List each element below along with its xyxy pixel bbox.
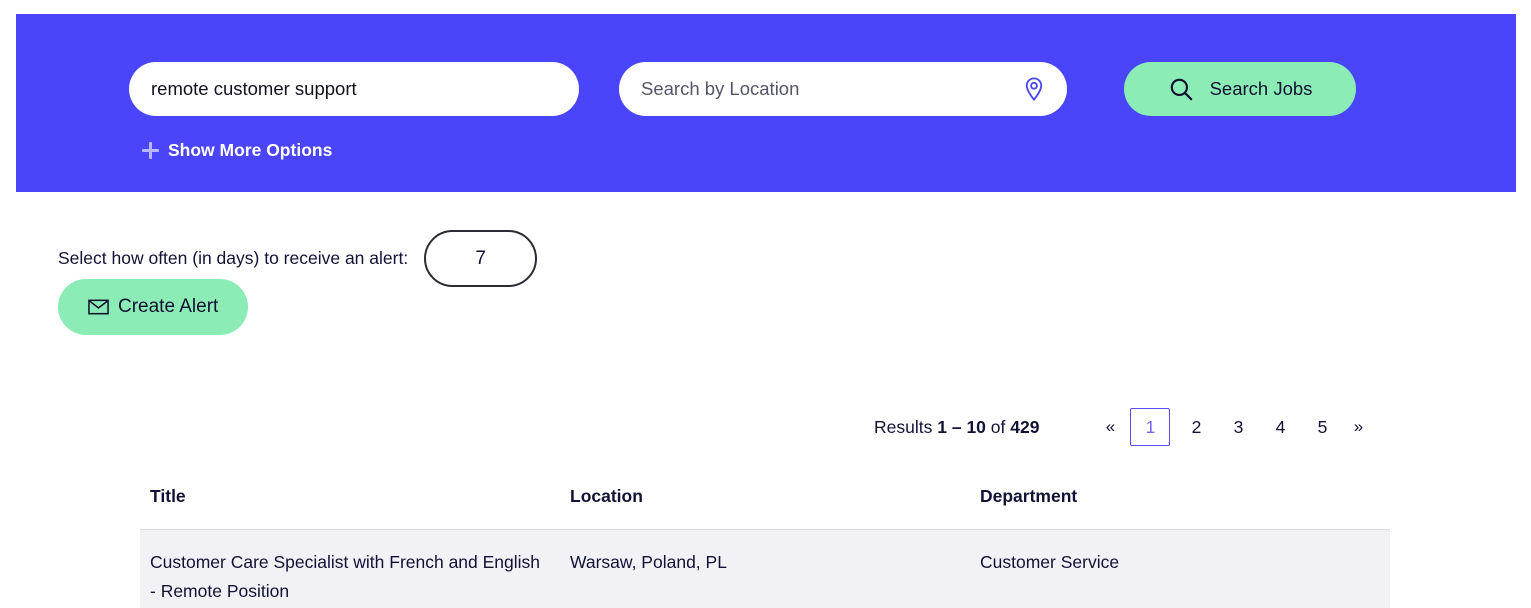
job-department-cell: Customer Service <box>970 529 1390 608</box>
create-alert-button-label: Create Alert <box>118 296 219 317</box>
show-more-options-toggle[interactable]: Show More Options <box>142 140 332 161</box>
search-controls-row: Search Jobs <box>129 62 1356 116</box>
pagination-page-2[interactable]: 2 <box>1175 410 1217 444</box>
results-range-start: 1 <box>937 416 947 437</box>
pagination-page-3[interactable]: 3 <box>1217 410 1259 444</box>
job-search-page: Support Search Jobs <box>0 0 1531 608</box>
search-jobs-button[interactable]: Search Jobs <box>1124 62 1356 116</box>
jobs-table: Title Location Department Customer Care … <box>140 486 1390 608</box>
plus-icon <box>142 142 159 159</box>
search-jobs-button-label: Search Jobs <box>1209 78 1313 99</box>
create-alert-button[interactable]: Create Alert <box>58 279 249 335</box>
jobs-table-header-row: Title Location Department <box>140 486 1390 530</box>
column-header-location[interactable]: Location <box>560 486 970 530</box>
job-title-cell[interactable]: Customer Care Specialist with French and… <box>140 529 560 608</box>
results-range-end: 10 <box>966 416 986 437</box>
alert-days-input[interactable] <box>424 230 538 287</box>
column-header-title[interactable]: Title <box>140 486 560 530</box>
envelope-icon <box>88 299 109 315</box>
results-of: of <box>990 416 1006 437</box>
results-total: 429 <box>1010 416 1040 437</box>
map-pin-icon <box>1025 77 1043 102</box>
location-field-wrapper <box>619 62 1067 116</box>
results-count: Results 1 – 10 of 429 <box>874 417 1039 438</box>
pagination-page-5[interactable]: 5 <box>1301 410 1343 444</box>
show-more-options-label: Show More Options <box>168 140 333 160</box>
pagination-last[interactable]: » <box>1343 410 1373 444</box>
results-prefix: Results <box>874 416 933 437</box>
job-location-cell: Warsaw, Poland, PL <box>560 529 970 608</box>
search-icon <box>1170 78 1192 101</box>
pagination: « 1 2 3 4 5 » <box>1095 408 1373 446</box>
search-location-input[interactable] <box>641 78 1045 100</box>
jobs-table-body: Customer Care Specialist with French and… <box>140 529 1390 608</box>
results-and-pagination-bar: Results 1 – 10 of 429 « 1 2 3 4 5 » <box>874 408 1373 446</box>
keyword-field-wrapper <box>129 62 579 116</box>
search-band: Search Jobs Show More Options <box>16 14 1516 192</box>
column-header-department[interactable]: Department <box>970 486 1390 530</box>
search-keyword-input[interactable] <box>151 78 557 100</box>
alert-frequency-label: Select how often (in days) to receive an… <box>58 248 409 268</box>
pagination-first[interactable]: « <box>1095 410 1125 444</box>
pagination-page-4[interactable]: 4 <box>1259 410 1301 444</box>
pagination-page-1[interactable]: 1 <box>1130 408 1171 446</box>
jobs-table-head: Title Location Department <box>140 486 1390 530</box>
results-range-dash: – <box>951 416 962 437</box>
table-row[interactable]: Customer Care Specialist with French and… <box>140 529 1390 608</box>
clipped-page-heading: Support <box>0 0 1531 2</box>
